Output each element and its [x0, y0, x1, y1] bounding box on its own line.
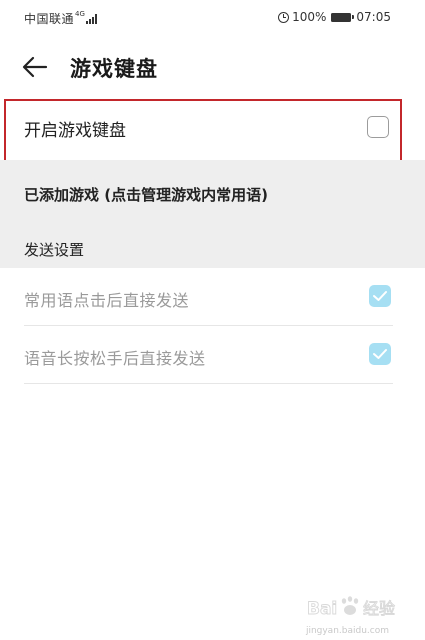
back-button[interactable]: [20, 52, 54, 82]
battery-icon: [331, 12, 355, 22]
back-arrow-icon: [22, 56, 48, 78]
header: 游戏键盘: [0, 40, 425, 96]
checkmark-icon: [373, 291, 387, 301]
setting-checkbox-checked[interactable]: [369, 285, 391, 307]
setting-label: 常用语点击后直接发送: [24, 291, 190, 310]
send-settings-list: 常用语点击后直接发送 语音长按松手后直接发送: [0, 268, 425, 384]
enable-game-keyboard-checkbox[interactable]: [367, 116, 389, 138]
setting-checkbox-checked[interactable]: [369, 343, 391, 365]
grey-section: 已添加游戏 (点击管理游戏内常用语) 发送设置: [0, 160, 425, 268]
enable-game-keyboard-label: 开启游戏键盘: [24, 121, 126, 141]
svg-text:经验: 经验: [363, 599, 395, 618]
svg-text:Bai: Bai: [307, 599, 337, 619]
clock: 07:05: [356, 10, 391, 24]
signal-icon: [85, 13, 98, 24]
status-right: 100% 07:05: [278, 10, 391, 24]
screen: 中国联通 4G 100% 07:05 游戏键盘 开启游戏键盘 已添加游戏 (点击…: [0, 0, 425, 640]
setting-row-voice-send[interactable]: 语音长按松手后直接发送: [24, 326, 393, 384]
baidu-jingyan-watermark-logo: Bai 经验: [307, 596, 395, 619]
network-type: 4G: [75, 9, 85, 18]
status-bar: 中国联通 4G 100% 07:05: [0, 0, 425, 34]
alarm-icon: [278, 11, 290, 23]
enable-game-keyboard-row[interactable]: 开启游戏键盘: [0, 98, 425, 160]
checkmark-icon: [373, 349, 387, 359]
page-title: 游戏键盘: [70, 57, 158, 81]
carrier-name: 中国联通: [24, 12, 75, 26]
added-games-link[interactable]: 已添加游戏 (点击管理游戏内常用语): [24, 184, 268, 205]
watermark-url: jingyan.baidu.com: [305, 626, 389, 636]
setting-label: 语音长按松手后直接发送: [24, 349, 206, 368]
send-settings-header: 发送设置: [24, 241, 85, 259]
battery-percent: 100%: [292, 10, 327, 24]
setting-row-tap-send[interactable]: 常用语点击后直接发送: [24, 268, 393, 326]
status-left: 中国联通 4G: [24, 10, 98, 27]
